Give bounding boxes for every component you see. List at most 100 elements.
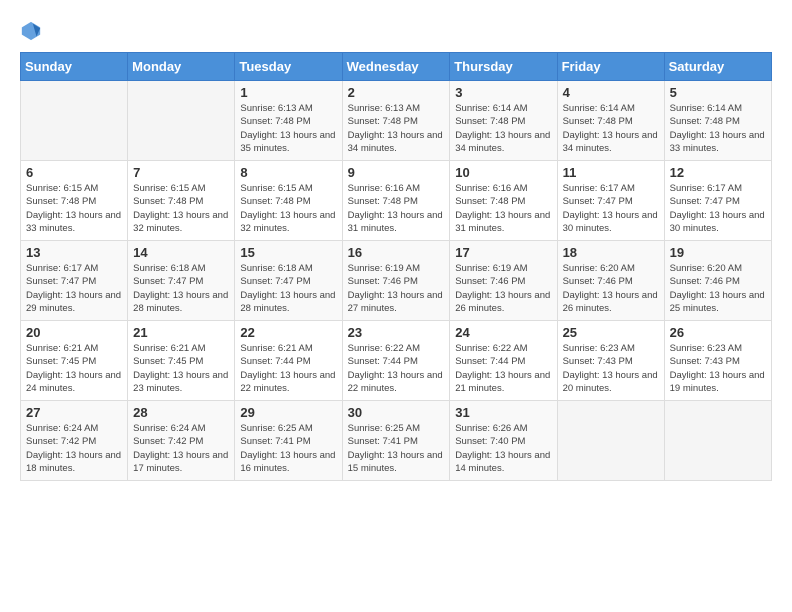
- day-number: 27: [26, 405, 122, 420]
- day-number: 3: [455, 85, 551, 100]
- weekday-header-saturday: Saturday: [664, 53, 771, 81]
- day-number: 11: [563, 165, 659, 180]
- page-header: [20, 20, 772, 42]
- day-info: Sunrise: 6:17 AM Sunset: 7:47 PM Dayligh…: [563, 182, 659, 235]
- calendar-cell: 6 Sunrise: 6:15 AM Sunset: 7:48 PM Daylig…: [21, 161, 128, 241]
- day-info: Sunrise: 6:25 AM Sunset: 7:41 PM Dayligh…: [240, 422, 336, 475]
- calendar-cell: 19 Sunrise: 6:20 AM Sunset: 7:46 PM Dayli…: [664, 241, 771, 321]
- weekday-header-wednesday: Wednesday: [342, 53, 450, 81]
- calendar-cell: [128, 81, 235, 161]
- weekday-header-monday: Monday: [128, 53, 235, 81]
- day-info: Sunrise: 6:18 AM Sunset: 7:47 PM Dayligh…: [133, 262, 229, 315]
- day-number: 26: [670, 325, 766, 340]
- day-number: 13: [26, 245, 122, 260]
- day-number: 29: [240, 405, 336, 420]
- calendar-cell: 17Sunrise: 6:19 AM Sunset: 7:46 PM Dayli…: [450, 241, 557, 321]
- day-info: Sunrise: 6:13 AM Sunset: 7:48 PM Dayligh…: [348, 102, 445, 155]
- day-info: Sunrise: 6:24 AM Sunset: 7:42 PM Dayligh…: [26, 422, 122, 475]
- weekday-header-thursday: Thursday: [450, 53, 557, 81]
- calendar-cell: 20Sunrise: 6:21 AM Sunset: 7:45 PM Dayli…: [21, 321, 128, 401]
- day-number: 9: [348, 165, 445, 180]
- calendar-cell: [21, 81, 128, 161]
- day-number: 19: [670, 245, 766, 260]
- weekday-header-row: SundayMondayTuesdayWednesdayThursdayFrid…: [21, 53, 772, 81]
- day-info: Sunrise: 6:20 AM Sunset: 7:46 PM Dayligh…: [563, 262, 659, 315]
- calendar-cell: 31 Sunrise: 6:26 AM Sunset: 7:40 PM Dayli…: [450, 401, 557, 481]
- calendar-cell: 30 Sunrise: 6:25 AM Sunset: 7:41 PM Dayli…: [342, 401, 450, 481]
- calendar-cell: 15Sunrise: 6:18 AM Sunset: 7:47 PM Dayli…: [235, 241, 342, 321]
- day-info: Sunrise: 6:24 AM Sunset: 7:42 PM Dayligh…: [133, 422, 229, 475]
- calendar-cell: 18 Sunrise: 6:20 AM Sunset: 7:46 PM Dayli…: [557, 241, 664, 321]
- calendar-cell: 16 Sunrise: 6:19 AM Sunset: 7:46 PM Dayli…: [342, 241, 450, 321]
- calendar-cell: 22 Sunrise: 6:21 AM Sunset: 7:44 PM Dayli…: [235, 321, 342, 401]
- day-number: 6: [26, 165, 122, 180]
- day-info: Sunrise: 6:26 AM Sunset: 7:40 PM Dayligh…: [455, 422, 551, 475]
- day-info: Sunrise: 6:14 AM Sunset: 7:48 PM Dayligh…: [670, 102, 766, 155]
- day-number: 17: [455, 245, 551, 260]
- day-number: 15: [240, 245, 336, 260]
- day-info: Sunrise: 6:17 AM Sunset: 7:47 PM Dayligh…: [670, 182, 766, 235]
- calendar-cell: 3 Sunrise: 6:14 AM Sunset: 7:48 PM Daylig…: [450, 81, 557, 161]
- calendar-week-row: 1 Sunrise: 6:13 AM Sunset: 7:48 PM Daylig…: [21, 81, 772, 161]
- day-info: Sunrise: 6:16 AM Sunset: 7:48 PM Dayligh…: [348, 182, 445, 235]
- day-number: 23: [348, 325, 445, 340]
- calendar-cell: 8 Sunrise: 6:15 AM Sunset: 7:48 PM Daylig…: [235, 161, 342, 241]
- calendar-cell: 12 Sunrise: 6:17 AM Sunset: 7:47 PM Dayli…: [664, 161, 771, 241]
- calendar-cell: 2 Sunrise: 6:13 AM Sunset: 7:48 PM Daylig…: [342, 81, 450, 161]
- day-info: Sunrise: 6:19 AM Sunset: 7:46 PM Dayligh…: [348, 262, 445, 315]
- day-info: Sunrise: 6:22 AM Sunset: 7:44 PM Dayligh…: [455, 342, 551, 395]
- weekday-header-tuesday: Tuesday: [235, 53, 342, 81]
- day-number: 14: [133, 245, 229, 260]
- day-info: Sunrise: 6:15 AM Sunset: 7:48 PM Dayligh…: [240, 182, 336, 235]
- calendar-table: SundayMondayTuesdayWednesdayThursdayFrid…: [20, 52, 772, 481]
- calendar-cell: 13 Sunrise: 6:17 AM Sunset: 7:47 PM Dayli…: [21, 241, 128, 321]
- day-number: 8: [240, 165, 336, 180]
- calendar-week-row: 20 Sunrise: 6:21 AM Sunset: 7:45 PM Dayli…: [21, 321, 772, 401]
- day-info: Sunrise: 6:15 AM Sunset: 7:48 PM Dayligh…: [26, 182, 122, 235]
- day-info: Sunrise: 6:17 AM Sunset: 7:47 PM Dayligh…: [26, 262, 122, 315]
- calendar-cell: 24 Sunrise: 6:22 AM Sunset: 7:44 PM Dayli…: [450, 321, 557, 401]
- calendar-cell: 7 Sunrise: 6:15 AM Sunset: 7:48 PM Daylig…: [128, 161, 235, 241]
- day-number: 10: [455, 165, 551, 180]
- day-number: 20: [26, 325, 122, 340]
- calendar-cell: [557, 401, 664, 481]
- day-number: 30: [348, 405, 445, 420]
- day-number: 4: [563, 85, 659, 100]
- day-info: Sunrise: 6:20 AM Sunset: 7:46 PM Dayligh…: [670, 262, 766, 315]
- day-number: 12: [670, 165, 766, 180]
- calendar-cell: 11 Sunrise: 6:17 AM Sunset: 7:47 PM Dayli…: [557, 161, 664, 241]
- calendar-cell: 21Sunrise: 6:21 AM Sunset: 7:45 PM Dayli…: [128, 321, 235, 401]
- calendar-cell: 27 Sunrise: 6:24 AM Sunset: 7:42 PM Dayli…: [21, 401, 128, 481]
- day-number: 25: [563, 325, 659, 340]
- calendar-cell: 1Sunrise: 6:13 AM Sunset: 7:48 PM Daylig…: [235, 81, 342, 161]
- day-number: 5: [670, 85, 766, 100]
- day-number: 22: [240, 325, 336, 340]
- calendar-week-row: 13 Sunrise: 6:17 AM Sunset: 7:47 PM Dayli…: [21, 241, 772, 321]
- calendar-cell: 4 Sunrise: 6:14 AM Sunset: 7:48 PM Daylig…: [557, 81, 664, 161]
- logo: [20, 20, 46, 42]
- day-number: 24: [455, 325, 551, 340]
- day-info: Sunrise: 6:25 AM Sunset: 7:41 PM Dayligh…: [348, 422, 445, 475]
- calendar-cell: 14 Sunrise: 6:18 AM Sunset: 7:47 PM Dayli…: [128, 241, 235, 321]
- day-info: Sunrise: 6:22 AM Sunset: 7:44 PM Dayligh…: [348, 342, 445, 395]
- weekday-header-friday: Friday: [557, 53, 664, 81]
- weekday-header-sunday: Sunday: [21, 53, 128, 81]
- day-info: Sunrise: 6:21 AM Sunset: 7:44 PM Dayligh…: [240, 342, 336, 395]
- day-info: Sunrise: 6:23 AM Sunset: 7:43 PM Dayligh…: [670, 342, 766, 395]
- day-number: 16: [348, 245, 445, 260]
- day-info: Sunrise: 6:21 AM Sunset: 7:45 PM Dayligh…: [133, 342, 229, 395]
- day-number: 31: [455, 405, 551, 420]
- day-number: 7: [133, 165, 229, 180]
- day-number: 18: [563, 245, 659, 260]
- day-info: Sunrise: 6:15 AM Sunset: 7:48 PM Dayligh…: [133, 182, 229, 235]
- calendar-cell: 5 Sunrise: 6:14 AM Sunset: 7:48 PM Daylig…: [664, 81, 771, 161]
- calendar-week-row: 27 Sunrise: 6:24 AM Sunset: 7:42 PM Dayli…: [21, 401, 772, 481]
- day-info: Sunrise: 6:14 AM Sunset: 7:48 PM Dayligh…: [455, 102, 551, 155]
- day-info: Sunrise: 6:23 AM Sunset: 7:43 PM Dayligh…: [563, 342, 659, 395]
- day-info: Sunrise: 6:16 AM Sunset: 7:48 PM Dayligh…: [455, 182, 551, 235]
- day-number: 1: [240, 85, 336, 100]
- day-number: 2: [348, 85, 445, 100]
- day-info: Sunrise: 6:14 AM Sunset: 7:48 PM Dayligh…: [563, 102, 659, 155]
- calendar-cell: 26 Sunrise: 6:23 AM Sunset: 7:43 PM Dayli…: [664, 321, 771, 401]
- calendar-cell: 25 Sunrise: 6:23 AM Sunset: 7:43 PM Dayli…: [557, 321, 664, 401]
